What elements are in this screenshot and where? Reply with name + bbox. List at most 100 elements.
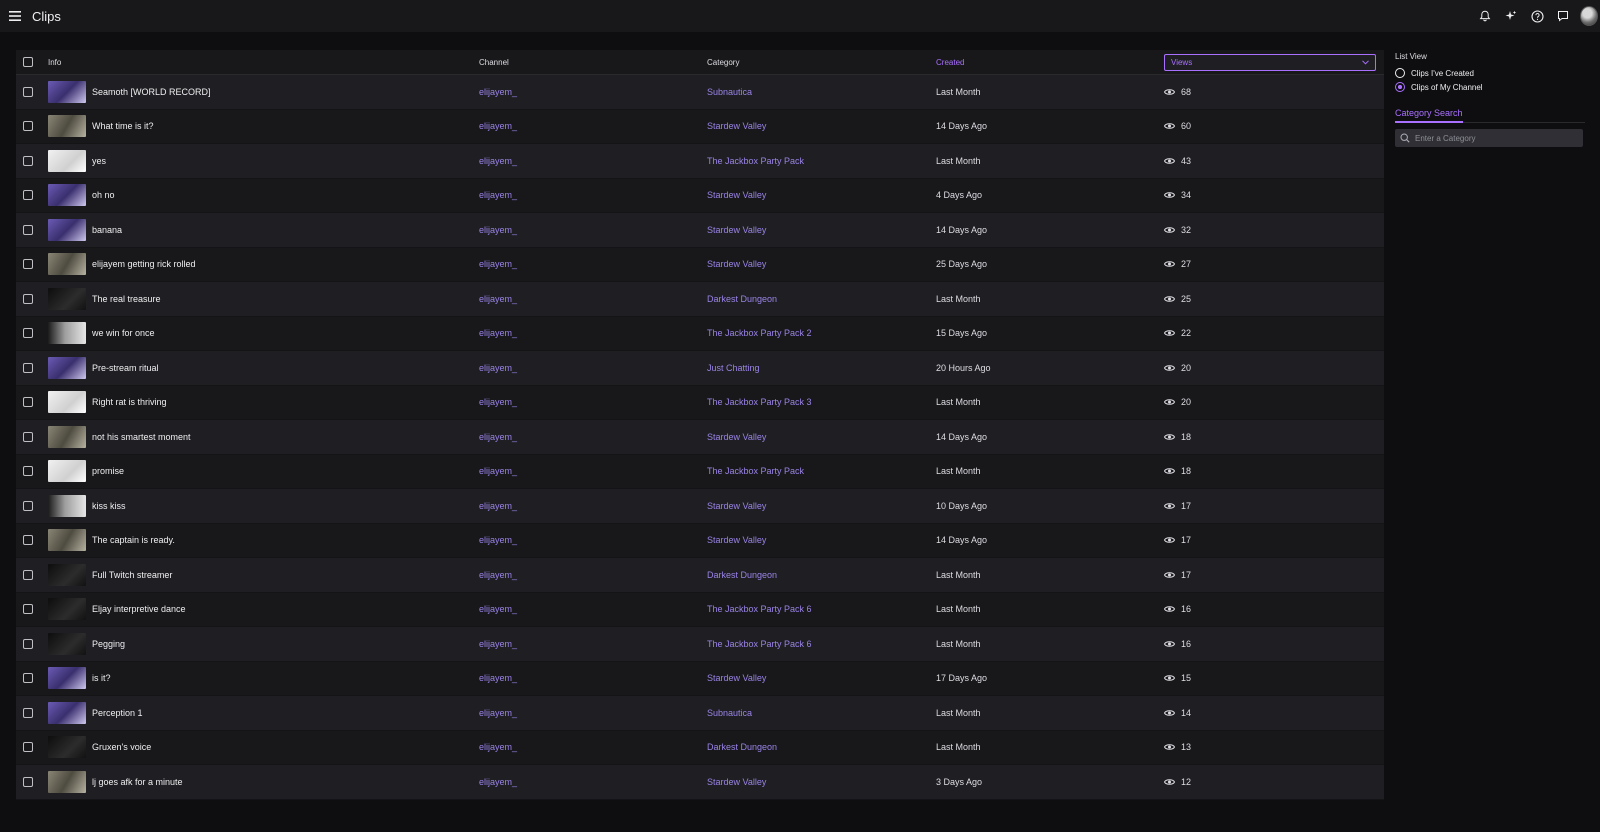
channel-link[interactable]: elijayem_ [479, 466, 707, 476]
category-link[interactable]: The Jackbox Party Pack 6 [707, 604, 936, 614]
radio-clips-created[interactable]: Clips I've Created [1395, 66, 1585, 80]
menu-icon[interactable] [0, 0, 30, 32]
channel-link[interactable]: elijayem_ [479, 87, 707, 97]
clip-title[interactable]: Pre-stream ritual [92, 363, 159, 373]
clip-thumbnail[interactable] [48, 632, 86, 655]
category-link[interactable]: Stardew Valley [707, 432, 936, 442]
row-checkbox[interactable] [23, 742, 33, 753]
channel-link[interactable]: elijayem_ [479, 673, 707, 683]
clip-title[interactable]: lj goes afk for a minute [92, 777, 183, 787]
row-checkbox[interactable] [23, 776, 33, 787]
row-checkbox[interactable] [23, 466, 33, 477]
table-row[interactable]: not his smartest moment elijayem_ Stardew … [16, 420, 1384, 455]
clip-thumbnail[interactable] [48, 322, 86, 345]
table-row[interactable]: we win for once elijayem_ The Jackbox Part… [16, 316, 1384, 351]
table-row[interactable]: The real treasure elijayem_ Darkest Dungeo… [16, 282, 1384, 317]
channel-link[interactable]: elijayem_ [479, 397, 707, 407]
table-row[interactable]: Full Twitch streamer elijayem_ Darkest Dun… [16, 558, 1384, 593]
table-row[interactable]: elijayem getting rick rolled elijayem_ Sta… [16, 247, 1384, 282]
channel-link[interactable]: elijayem_ [479, 432, 707, 442]
category-link[interactable]: Stardew Valley [707, 190, 936, 200]
clip-thumbnail[interactable] [48, 494, 86, 517]
clip-title[interactable]: elijayem getting rick rolled [92, 259, 196, 269]
channel-link[interactable]: elijayem_ [479, 708, 707, 718]
row-checkbox[interactable] [23, 328, 33, 339]
category-link[interactable]: The Jackbox Party Pack [707, 156, 936, 166]
table-row[interactable]: Seamoth [WORLD RECORD] elijayem_ Subnautic… [16, 75, 1384, 110]
clip-thumbnail[interactable] [48, 149, 86, 172]
category-link[interactable]: Stardew Valley [707, 535, 936, 545]
channel-link[interactable]: elijayem_ [479, 294, 707, 304]
row-checkbox[interactable] [23, 121, 33, 132]
clip-title[interactable]: banana [92, 225, 122, 235]
bell-icon[interactable] [1476, 7, 1494, 25]
clip-title[interactable]: not his smartest moment [92, 432, 191, 442]
channel-link[interactable]: elijayem_ [479, 121, 707, 131]
channel-link[interactable]: elijayem_ [479, 501, 707, 511]
clip-thumbnail[interactable] [48, 425, 86, 448]
channel-link[interactable]: elijayem_ [479, 742, 707, 752]
table-row[interactable]: Perception 1 elijayem_ Subnautica Last Mont… [16, 696, 1384, 731]
channel-link[interactable]: elijayem_ [479, 570, 707, 580]
table-row[interactable]: Pre-stream ritual elijayem_ Just Chatting 2… [16, 351, 1384, 386]
category-search-input[interactable] [1415, 133, 1575, 143]
table-row[interactable]: promise elijayem_ The Jackbox Party Pack La… [16, 454, 1384, 489]
clip-title[interactable]: Seamoth [WORLD RECORD] [92, 87, 211, 97]
clip-thumbnail[interactable] [48, 598, 86, 621]
row-checkbox[interactable] [23, 397, 33, 408]
row-checkbox[interactable] [23, 638, 33, 649]
clip-title[interactable]: is it? [92, 673, 111, 683]
category-link[interactable]: The Jackbox Party Pack [707, 466, 936, 476]
table-row[interactable]: The captain is ready. elijayem_ Stardew Va… [16, 523, 1384, 558]
category-link[interactable]: Darkest Dungeon [707, 570, 936, 580]
clip-title[interactable]: Eljay interpretive dance [92, 604, 186, 614]
clip-thumbnail[interactable] [48, 529, 86, 552]
clip-thumbnail[interactable] [48, 563, 86, 586]
clip-thumbnail[interactable] [48, 356, 86, 379]
channel-link[interactable]: elijayem_ [479, 363, 707, 373]
channel-link[interactable]: elijayem_ [479, 328, 707, 338]
category-link[interactable]: Stardew Valley [707, 225, 936, 235]
views-sort-dropdown[interactable]: Views [1164, 53, 1376, 71]
row-checkbox[interactable] [23, 86, 33, 97]
row-checkbox[interactable] [23, 293, 33, 304]
category-link[interactable]: The Jackbox Party Pack 3 [707, 397, 936, 407]
category-link[interactable]: Stardew Valley [707, 777, 936, 787]
row-checkbox[interactable] [23, 673, 33, 684]
clip-thumbnail[interactable] [48, 287, 86, 310]
help-icon[interactable] [1528, 7, 1546, 25]
row-checkbox[interactable] [23, 431, 33, 442]
clip-thumbnail[interactable] [48, 80, 86, 103]
clip-title[interactable]: Full Twitch streamer [92, 570, 172, 580]
clip-title[interactable]: Perception 1 [92, 708, 143, 718]
channel-link[interactable]: elijayem_ [479, 604, 707, 614]
clip-thumbnail[interactable] [48, 391, 86, 414]
clip-title[interactable]: Pegging [92, 639, 125, 649]
chat-icon[interactable] [1554, 7, 1572, 25]
table-row[interactable]: yes elijayem_ The Jackbox Party Pack Last M… [16, 144, 1384, 179]
radio-clips-my-channel[interactable]: Clips of My Channel [1395, 80, 1585, 94]
clip-title[interactable]: we win for once [92, 328, 155, 338]
clip-thumbnail[interactable] [48, 770, 86, 793]
header-created[interactable]: Created [936, 58, 1164, 67]
clip-thumbnail[interactable] [48, 667, 86, 690]
clip-thumbnail[interactable] [48, 184, 86, 207]
clip-thumbnail[interactable] [48, 218, 86, 241]
table-row[interactable]: banana elijayem_ Stardew Valley 14 Days Ago… [16, 213, 1384, 248]
header-category[interactable]: Category [707, 58, 936, 67]
table-row[interactable]: Right rat is thriving elijayem_ The Jackbo… [16, 385, 1384, 420]
channel-link[interactable]: elijayem_ [479, 259, 707, 269]
clip-title[interactable]: promise [92, 466, 124, 476]
row-checkbox[interactable] [23, 224, 33, 235]
sparkle-icon[interactable] [1502, 7, 1520, 25]
clip-title[interactable]: Gruxen's voice [92, 742, 151, 752]
channel-link[interactable]: elijayem_ [479, 156, 707, 166]
table-row[interactable]: Eljay interpretive dance elijayem_ The Jac… [16, 592, 1384, 627]
category-link[interactable]: Stardew Valley [707, 673, 936, 683]
category-link[interactable]: The Jackbox Party Pack 6 [707, 639, 936, 649]
channel-link[interactable]: elijayem_ [479, 535, 707, 545]
row-checkbox[interactable] [23, 569, 33, 580]
clip-title[interactable]: The real treasure [92, 294, 161, 304]
table-row[interactable]: Pegging elijayem_ The Jackbox Party Pack 6… [16, 627, 1384, 662]
table-row[interactable]: is it? elijayem_ Stardew Valley 17 Days Ago… [16, 661, 1384, 696]
